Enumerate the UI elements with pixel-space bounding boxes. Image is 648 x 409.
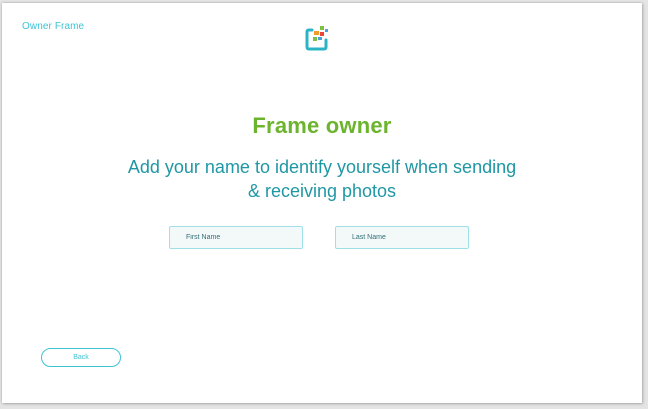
back-button[interactable]: Back [41, 348, 121, 367]
window-label: Owner Frame [22, 21, 85, 32]
last-name-input[interactable] [335, 226, 469, 249]
app-logo-icon [305, 26, 328, 51]
first-name-input[interactable] [169, 226, 303, 249]
page-subtitle: Add your name to identify yourself when … [127, 157, 517, 201]
page-title: Frame owner [252, 113, 392, 138]
owner-frame-window: Owner Frame Frame owner Add your name to… [2, 3, 642, 403]
